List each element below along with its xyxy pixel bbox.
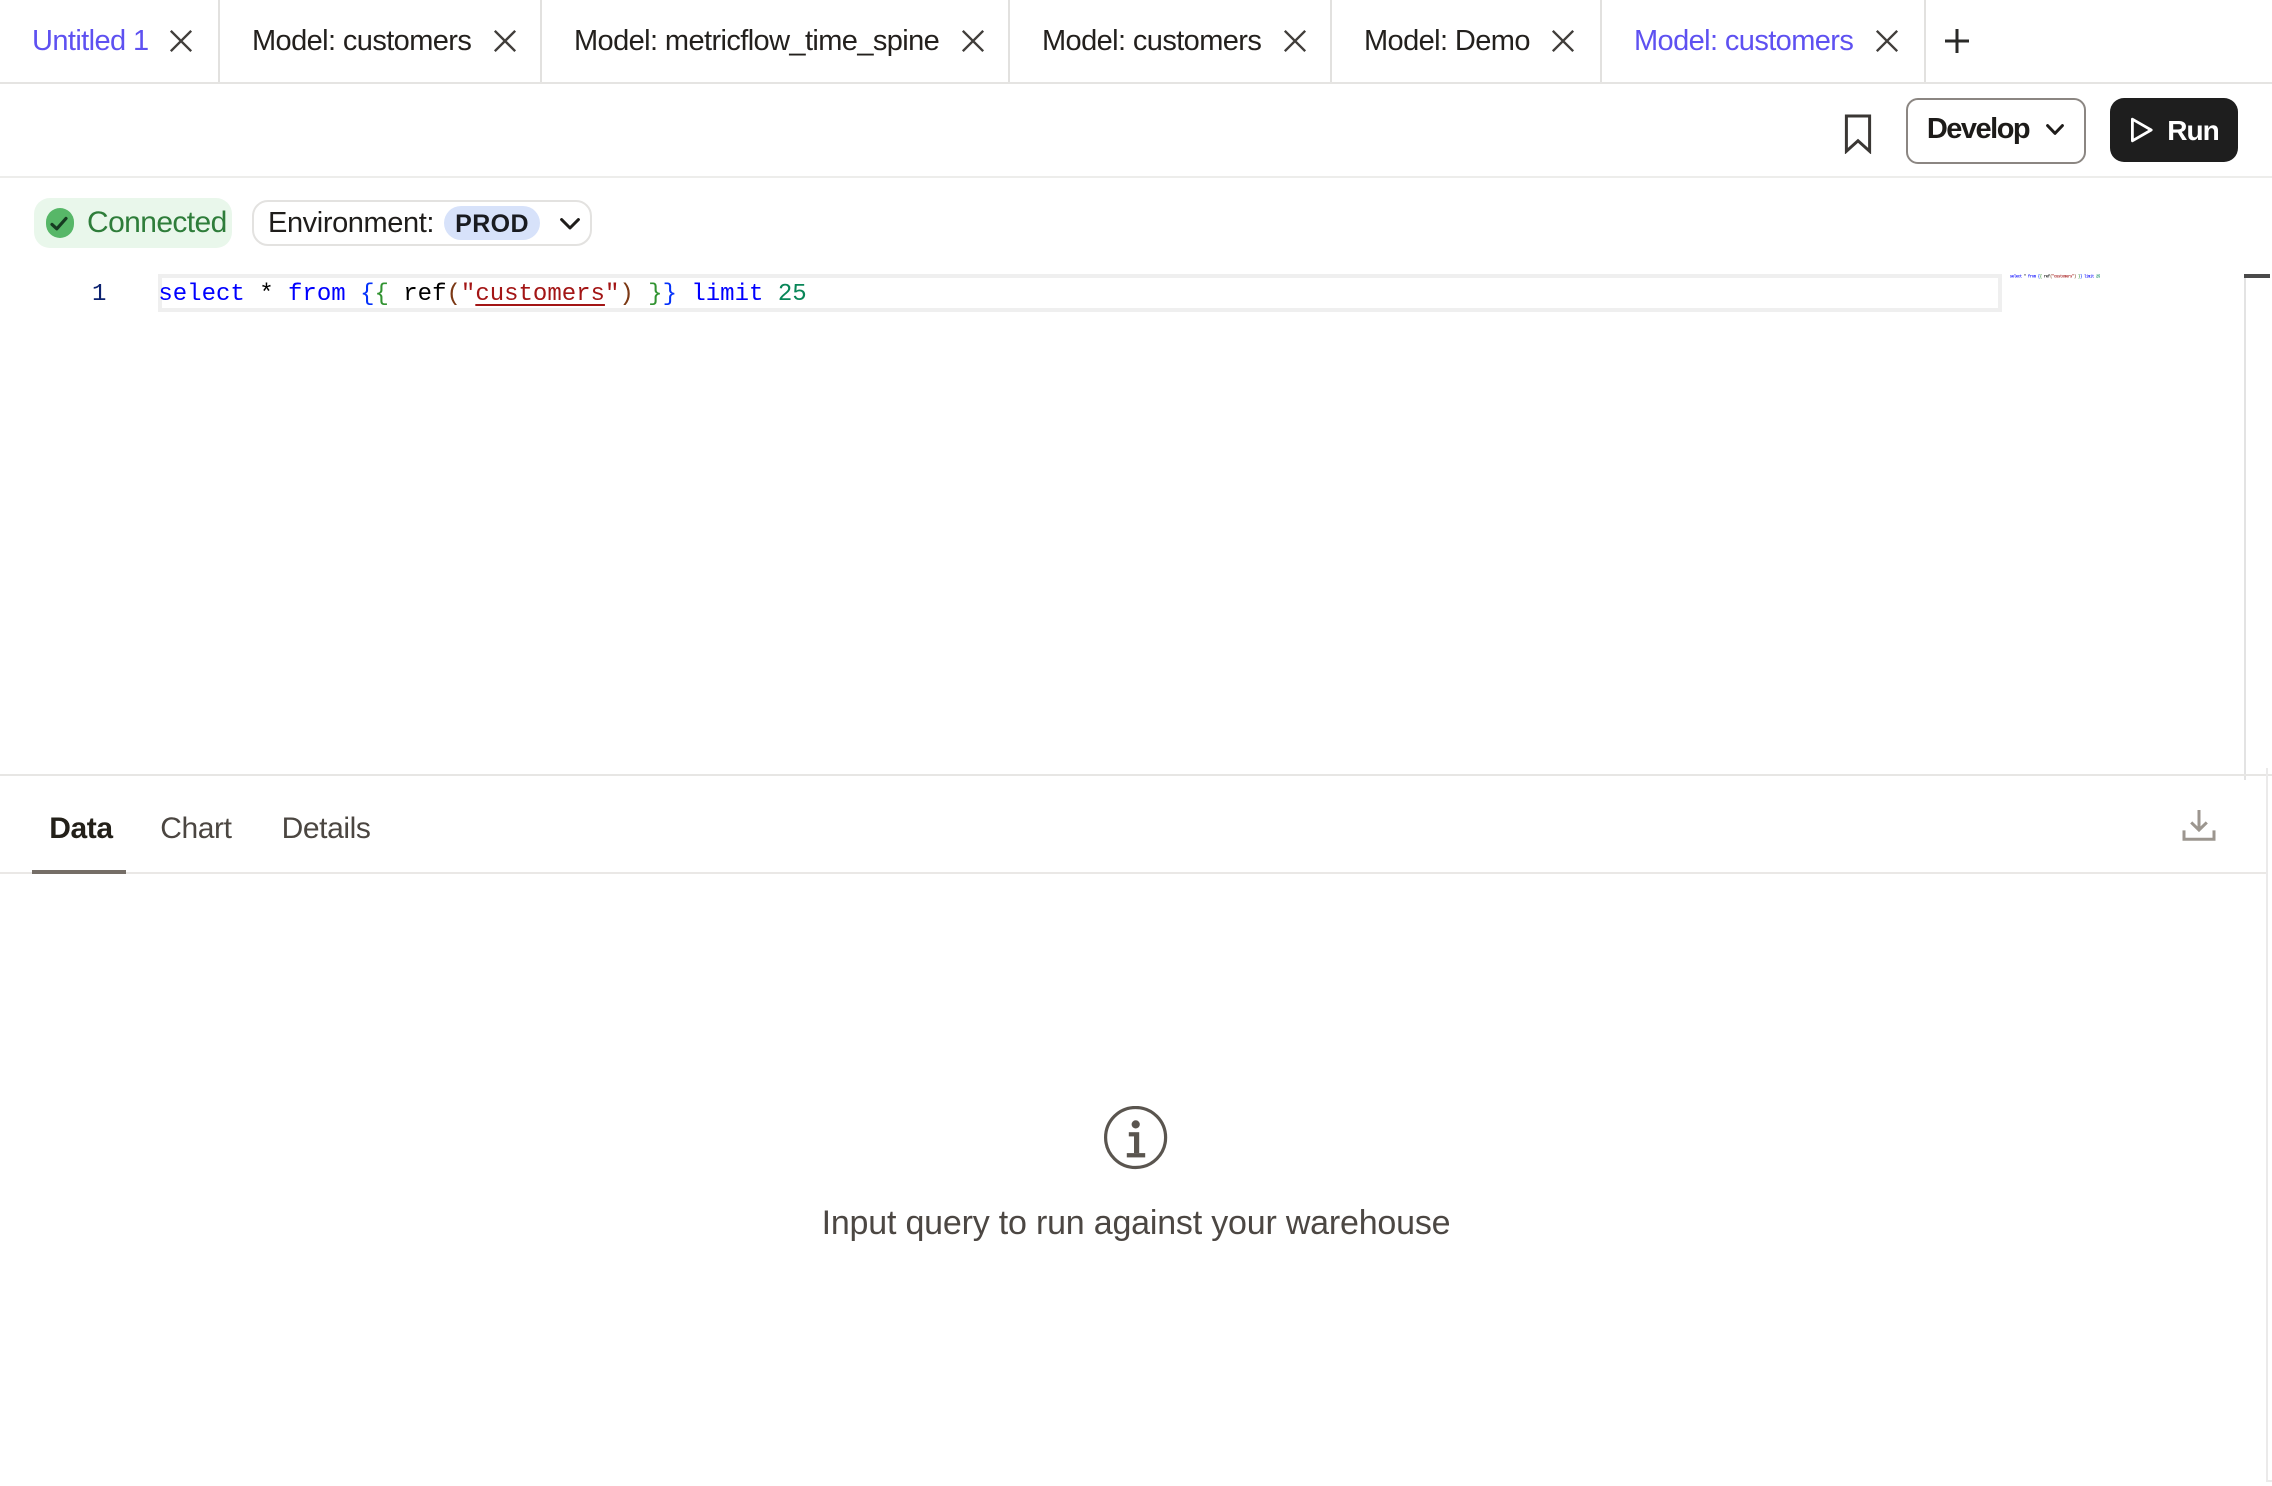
svg-text:select * from {{ ref("customer: select * from {{ ref("customers") }} lim… xyxy=(2010,274,2100,279)
